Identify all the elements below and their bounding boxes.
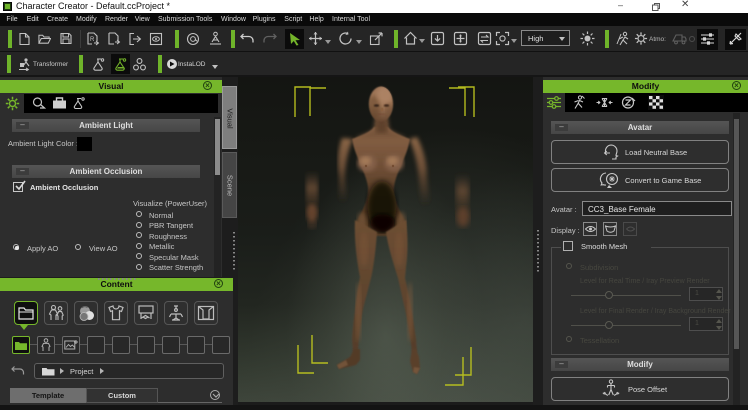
svg-text:R: R <box>90 37 95 43</box>
